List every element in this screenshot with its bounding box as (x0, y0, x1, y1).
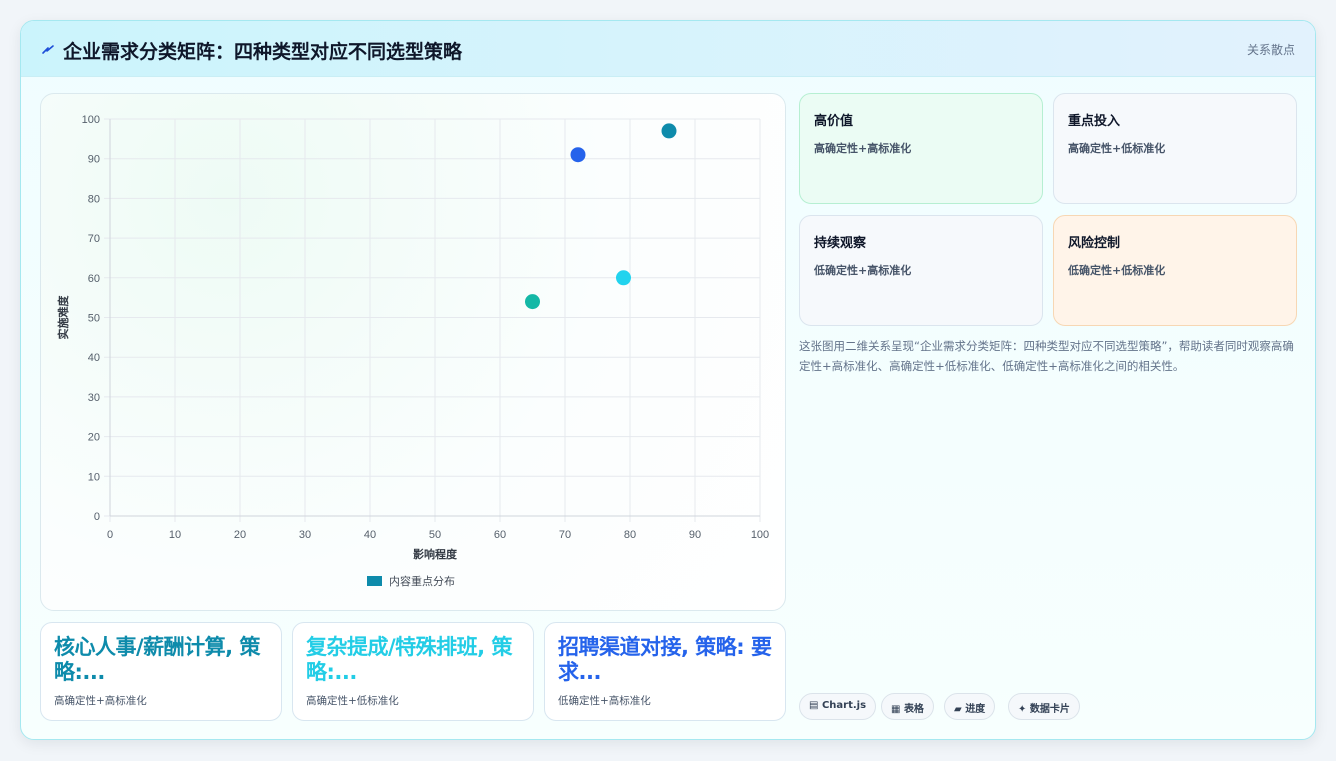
legend-swatch (367, 576, 382, 586)
y-tick-label: 30 (88, 392, 100, 404)
tile-headline: 复杂提成/特殊排班, 策略:... (306, 635, 512, 684)
x-axis-title: 影响程度 (413, 547, 458, 561)
data-point (570, 147, 586, 163)
x-tick-label: 70 (559, 529, 571, 541)
x-tick-label: 50 (429, 529, 441, 541)
quadrant-title: 风险控制 (1068, 236, 1121, 251)
pill-progress[interactable]: ▰ 进度 (944, 693, 996, 720)
x-tick-label: 90 (689, 529, 701, 541)
tile-subtitle: 高确定性+低标准化 (306, 695, 399, 707)
pill-label: Chart.js (821, 700, 867, 711)
legend-label: 内容重点分布 (389, 574, 455, 588)
quadrant-card-key-investment: 重点投入 高确定性+低标准化 (1053, 93, 1297, 204)
insight-tile: 复杂提成/特殊排班, 策略:... 高确定性+低标准化 (292, 622, 534, 721)
pill-label: 进度 (965, 704, 986, 715)
scatter-chart: 0 10 20 30 40 50 60 70 80 90 100 0 10 20 30 40 50 60 70 80 9… (56, 114, 769, 588)
tile-headline: 招聘渠道对接, 策略: 要求... (558, 635, 772, 684)
quadrant-card-high-value: 高价值 高确定性+高标准化 (799, 93, 1043, 204)
x-tick-label: 10 (169, 529, 181, 541)
x-tick-label: 0 (107, 529, 113, 541)
insight-tile: 核心人事/薪酬计算, 策略:... 高确定性+高标准化 (40, 622, 282, 721)
x-tick-label: 30 (299, 529, 311, 541)
data-point (525, 294, 540, 310)
pill-label: 表格 (903, 704, 924, 715)
header-bar: 企业需求分类矩阵：四种类型对应不同选型策略 关系散点 (21, 21, 1315, 77)
quadrant-title: 持续观察 (814, 236, 867, 251)
y-tick-label: 90 (88, 154, 100, 166)
data-point (616, 270, 631, 286)
y-tick-label: 50 (88, 313, 100, 325)
quadrant-subtitle: 低确定性+低标准化 (1068, 264, 1166, 277)
y-axis-title: 实施难度 (56, 295, 70, 340)
x-tick-label: 100 (751, 529, 769, 541)
quadrant-card-risk-control: 风险控制 低确定性+低标准化 (1053, 215, 1297, 326)
y-tick-label: 0 (94, 511, 100, 523)
y-tick-label: 60 (88, 273, 100, 285)
chart-type-tag: 关系散点 (1246, 43, 1295, 57)
y-tick-label: 10 (88, 471, 100, 483)
quadrant-card-watch: 持续观察 低确定性+高标准化 (799, 215, 1043, 326)
tile-headline: 核心人事/薪酬计算, 策略:... (54, 635, 260, 684)
x-tick-label: 40 (364, 529, 376, 541)
quadrant-subtitle: 低确定性+高标准化 (814, 264, 912, 277)
table-icon: ▦ (891, 704, 901, 715)
main-card: 企业需求分类矩阵：四种类型对应不同选型策略 关系散点 0 10 20 30 40 50 60… (20, 20, 1316, 740)
quadrant-subtitle: 高确定性+低标准化 (1068, 142, 1166, 155)
pill-label: 数据卡片 (1029, 704, 1070, 715)
x-tick-label: 20 (234, 529, 246, 541)
chart-icon: ▤ (809, 700, 819, 711)
data-point (661, 123, 677, 139)
tile-subtitle: 高确定性+高标准化 (54, 695, 147, 707)
quadrant-title: 重点投入 (1068, 114, 1121, 129)
insight-tile: 招聘渠道对接, 策略: 要求... 低确定性+高标准化 (544, 622, 786, 721)
pill-table[interactable]: ▦ 表格 (881, 693, 934, 720)
lightning-icon (42, 45, 54, 54)
quadrant-title: 高价值 (814, 114, 854, 129)
pill-chartjs[interactable]: ▤ Chart.js (799, 693, 877, 720)
pill-data-card[interactable]: ✦ 数据卡片 (1008, 693, 1080, 720)
page-title: 企业需求分类矩阵：四种类型对应不同选型策略 (63, 41, 463, 63)
quadrant-subtitle: 高确定性+高标准化 (814, 142, 912, 155)
x-tick-label: 80 (624, 529, 636, 541)
y-tick-label: 100 (82, 114, 100, 126)
sparkle-icon: ✦ (1018, 704, 1027, 715)
y-tick-label: 70 (88, 233, 100, 245)
scatter-chart-panel: 0 10 20 30 40 50 60 70 80 90 100 0 10 20 30 40 50 60 70 80 9… (40, 93, 786, 611)
x-tick-label: 60 (494, 529, 506, 541)
tile-subtitle: 低确定性+高标准化 (558, 695, 651, 707)
y-tick-label: 80 (88, 193, 100, 205)
y-tick-label: 40 (88, 352, 100, 364)
progress-icon: ▰ (954, 704, 962, 715)
y-tick-label: 20 (88, 432, 100, 444)
chart-description: 这张图用二维关系呈现“企业需求分类矩阵：四种类型对应不同选型策略”，帮助读者同时… (799, 339, 1294, 373)
